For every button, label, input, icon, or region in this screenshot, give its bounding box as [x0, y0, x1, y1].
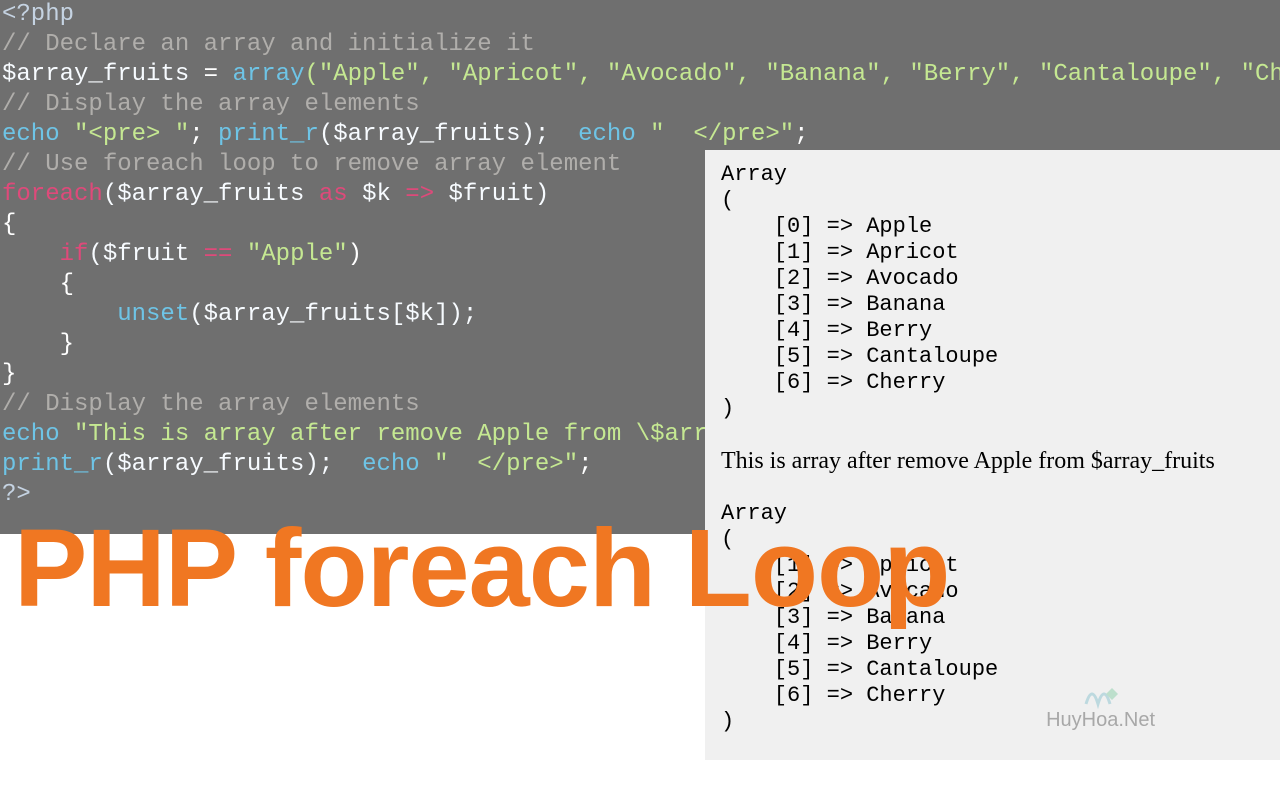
output-array-item: [5] => Cantaloupe: [721, 344, 1264, 370]
php-close-tag: ?>: [2, 481, 31, 508]
output-array-item: [6] => Cherry: [721, 683, 1264, 709]
php-open-tag: <?php: [2, 1, 74, 28]
watermark-text: HuyHoa.Net: [1046, 709, 1155, 732]
output-array-label: Array: [721, 162, 1264, 188]
watermark-logo-icon: [1082, 680, 1122, 710]
output-array-item: [1] => Apricot: [721, 240, 1264, 266]
output-array-item: [4] => Berry: [721, 631, 1264, 657]
output-panel: Array ( [0] => Apple [1] => Apricot [2] …: [705, 150, 1280, 760]
banner-title: PHP foreach Loop: [14, 505, 949, 632]
code-comment: // Declare an array and initialize it: [2, 31, 535, 58]
code-keyword: foreach: [2, 181, 103, 208]
code-comment: // Display the array elements: [2, 391, 420, 418]
code-comment: // Display the array elements: [2, 91, 420, 118]
output-array-item: [6] => Cherry: [721, 370, 1264, 396]
output-array-item: [2] => Avocado: [721, 266, 1264, 292]
output-array-item: [5] => Cantaloupe: [721, 657, 1264, 683]
code-func: array: [232, 61, 304, 88]
output-message: This is array after remove Apple from $a…: [721, 448, 1264, 475]
output-array-item: [4] => Berry: [721, 318, 1264, 344]
output-array-item: [3] => Banana: [721, 292, 1264, 318]
code-var: $array_fruits: [2, 61, 189, 88]
output-array-item: [0] => Apple: [721, 214, 1264, 240]
code-comment: // Use foreach loop to remove array elem…: [2, 151, 621, 178]
